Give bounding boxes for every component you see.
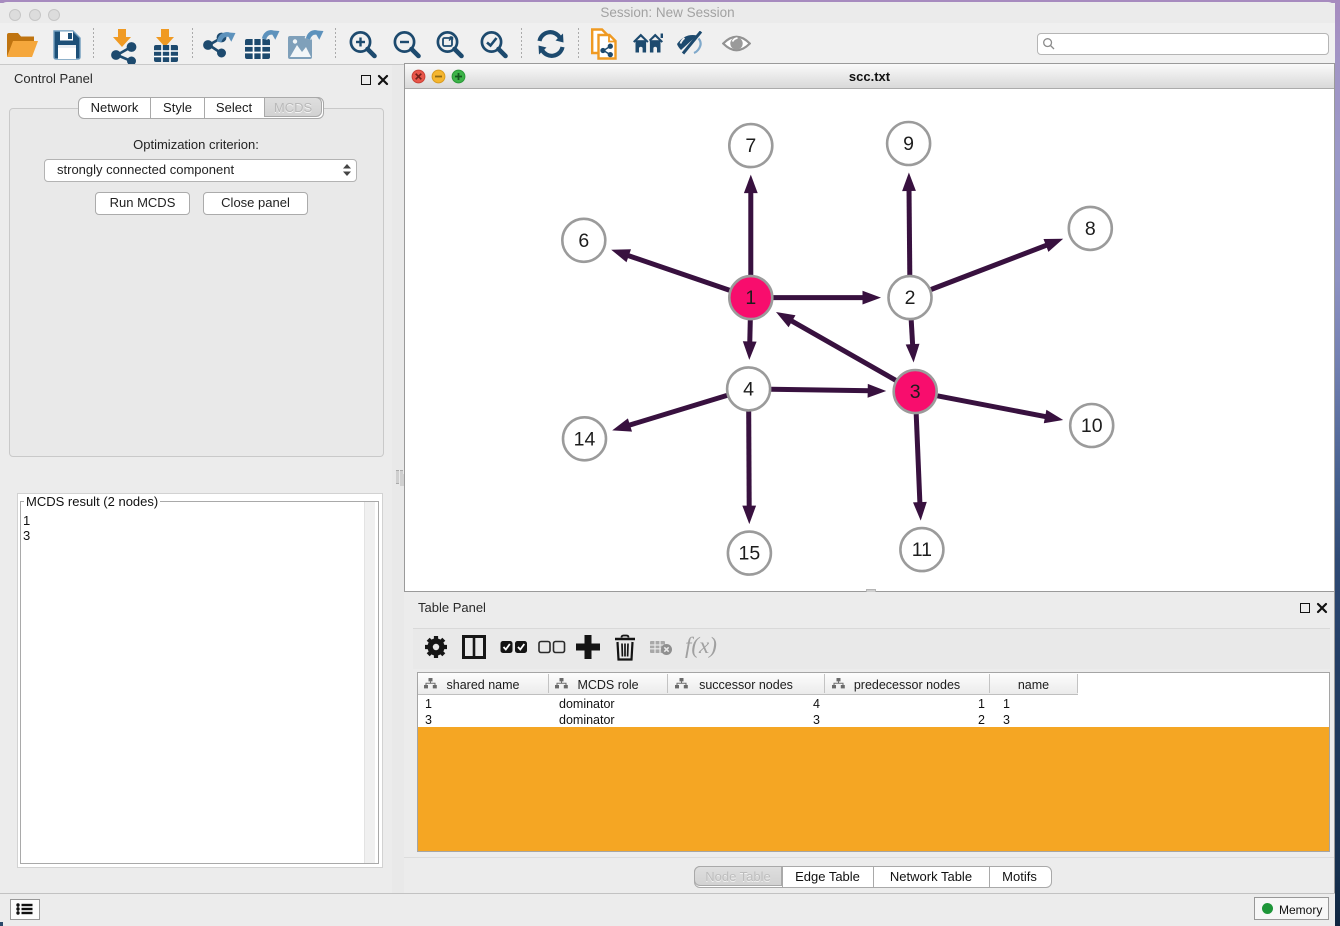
svg-text:3: 3 <box>910 381 921 403</box>
svg-text:10: 10 <box>1081 415 1103 437</box>
svg-text:2: 2 <box>905 287 916 309</box>
svg-text:8: 8 <box>1085 218 1096 240</box>
svg-text:6: 6 <box>578 230 589 252</box>
svg-text:11: 11 <box>912 539 932 561</box>
svg-text:9: 9 <box>903 133 914 155</box>
svg-text:4: 4 <box>743 378 754 400</box>
svg-text:15: 15 <box>739 543 761 565</box>
svg-text:7: 7 <box>745 135 756 157</box>
svg-text:14: 14 <box>574 428 596 450</box>
svg-text:1: 1 <box>745 287 756 309</box>
